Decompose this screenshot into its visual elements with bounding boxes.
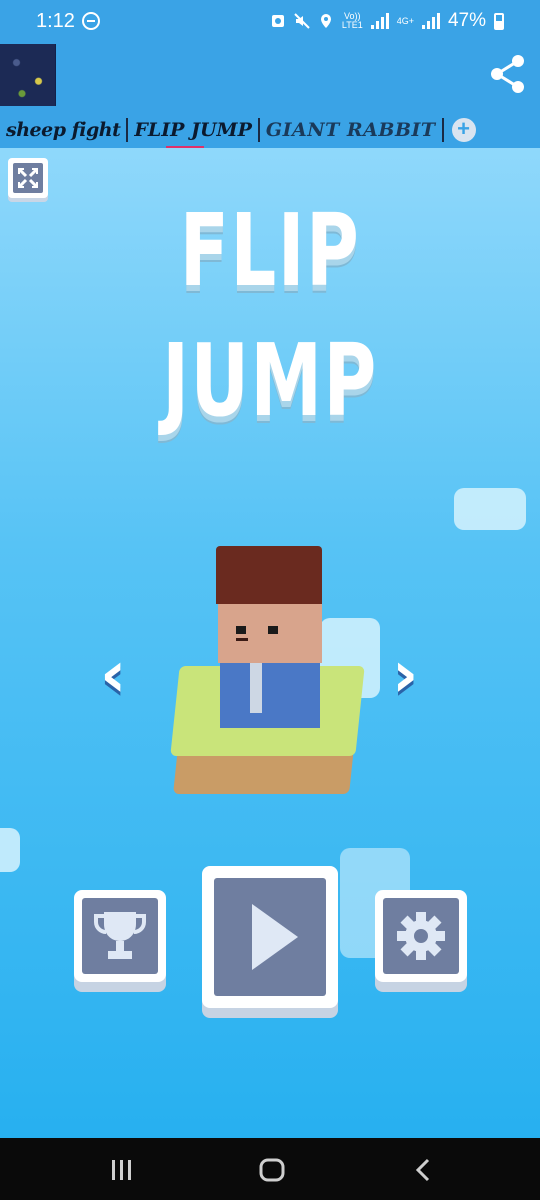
game-title-line2: JUMP <box>162 322 378 439</box>
navigation-bar <box>0 1138 540 1200</box>
tab-giant-rabbit[interactable]: GIANT RABBIT <box>260 118 444 142</box>
character-mouth <box>236 638 248 641</box>
signal-icon <box>370 13 389 29</box>
character-eye-left <box>236 626 246 634</box>
play-button[interactable] <box>202 866 338 1008</box>
play-icon <box>214 878 326 996</box>
character-body <box>220 653 320 728</box>
alarm-icon <box>271 15 284 27</box>
cloud <box>0 828 20 872</box>
location-icon <box>320 14 331 28</box>
add-tab-button[interactable]: + <box>451 118 476 142</box>
battery-percent: 47% <box>447 10 486 31</box>
share-icon[interactable] <box>486 52 530 96</box>
mute-icon <box>294 13 310 29</box>
do-not-disturb-icon <box>82 12 100 30</box>
game-canvas[interactable]: FLIP JUMP ‹ › <box>0 148 540 1138</box>
battery-icon <box>494 12 504 30</box>
next-character-button[interactable]: › <box>392 638 418 712</box>
prev-character-button[interactable]: ‹ <box>100 638 126 712</box>
status-bar: 1:12 Vo)) LTE1 4G+ 47% <box>0 0 540 44</box>
cloud <box>454 488 526 530</box>
gear-icon <box>383 898 459 974</box>
back-icon[interactable] <box>410 1156 438 1184</box>
game-tabs: sheep fight FLIP JUMP GIANT RABBIT + <box>0 112 540 150</box>
settings-button[interactable] <box>375 890 467 982</box>
fullscreen-icon <box>13 163 43 193</box>
fullscreen-button[interactable] <box>8 158 48 198</box>
home-icon[interactable] <box>258 1156 286 1184</box>
trophy-icon <box>82 898 158 974</box>
status-icons: Vo)) LTE1 4G+ 47% <box>270 10 504 32</box>
character-hair <box>216 546 322 604</box>
signal-icon-2 <box>421 13 440 29</box>
network-type-label: 4G+ <box>396 15 414 26</box>
character-eye-right <box>268 626 278 634</box>
volte-label: Vo)) LTE1 <box>341 11 363 30</box>
app-header: sheep fight FLIP JUMP GIANT RABBIT + <box>0 44 540 150</box>
game-title-line1: FLIP <box>179 192 361 309</box>
tab-sheep-fight[interactable]: sheep fight <box>0 118 129 142</box>
app-thumbnail[interactable] <box>0 44 56 106</box>
tab-flip-jump[interactable]: FLIP JUMP <box>128 118 260 150</box>
recents-icon[interactable] <box>108 1156 136 1184</box>
status-time: 1:12 <box>36 10 75 32</box>
leaderboard-button[interactable] <box>74 890 166 982</box>
